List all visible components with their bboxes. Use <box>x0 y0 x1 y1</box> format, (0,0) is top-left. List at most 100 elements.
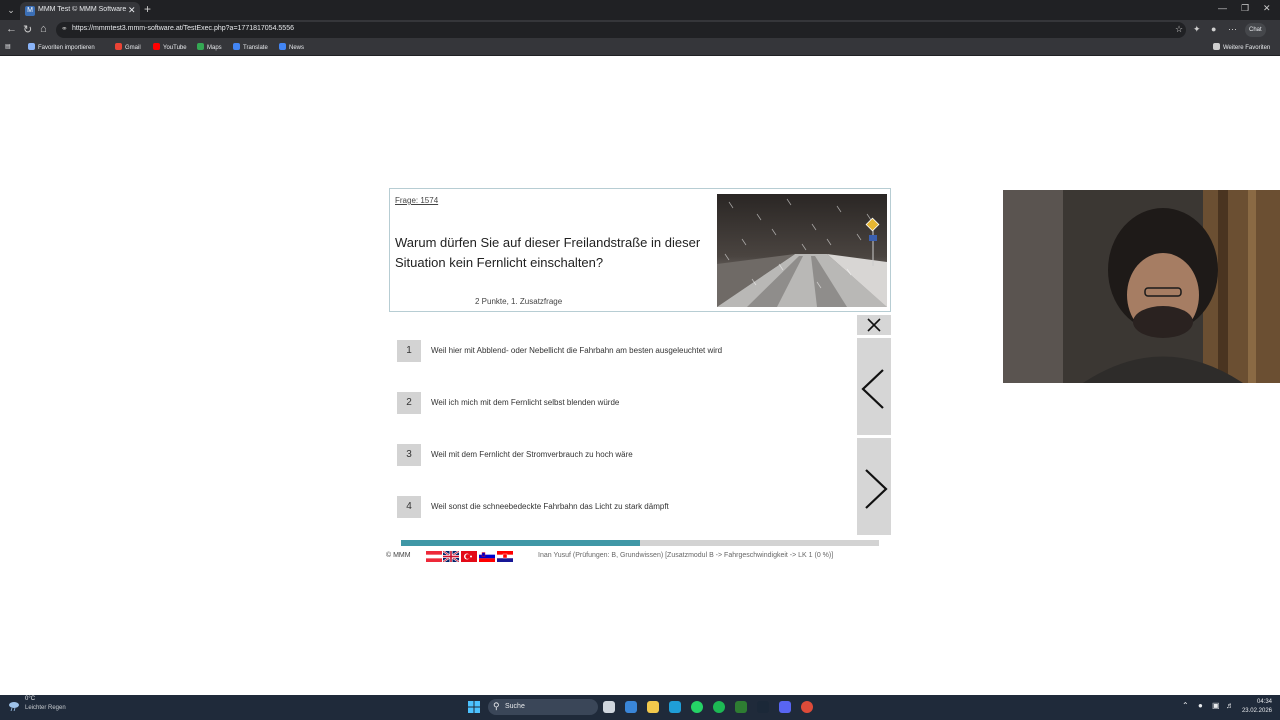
whatsapp-icon[interactable] <box>691 701 703 713</box>
bookmark-label: Translate <box>243 45 268 51</box>
question-box: Frage: 1574 Warum dürfen Sie auf dieser … <box>389 188 891 312</box>
task-view-icon[interactable] <box>603 701 615 713</box>
steam-icon[interactable] <box>757 701 769 713</box>
bookmark-item[interactable]: News <box>279 43 304 51</box>
site-info-icon[interactable]: ⚭ <box>61 24 68 33</box>
restore-icon[interactable]: ❐ <box>1241 3 1249 14</box>
bookmarks-bar: ▤ Favoriten importieren Gmail YouTube Ma… <box>0 40 1280 56</box>
answer-text: Weil mit dem Fernlicht der Stromverbrauc… <box>431 450 633 459</box>
webcam-overlay <box>1003 190 1280 383</box>
answer-option-4[interactable]: 4 Weil sonst die schneebedeckte Fahrbahn… <box>397 496 847 518</box>
system-clock[interactable]: 04:34 23.02.2026 <box>1240 698 1272 716</box>
other-favorites-label: Weitere Favoriten <box>1223 45 1271 51</box>
chevron-left-icon <box>861 369 884 409</box>
progress-fill <box>401 540 640 546</box>
bookmarks-sidebar-icon[interactable]: ▤ <box>5 43 11 50</box>
taskbar-search[interactable]: ⚲ Suche <box>488 699 598 715</box>
answer-text: Weil hier mit Abblend- oder Nebellicht d… <box>431 346 723 355</box>
question-text: Warum dürfen Sie auf dieser Freilandstra… <box>395 235 701 270</box>
bookmark-item[interactable]: Favoriten importieren <box>28 43 95 51</box>
search-icon: ⚲ <box>493 701 500 711</box>
chat-label: Chat <box>1249 27 1262 33</box>
clock-date: 23.02.2026 <box>1241 708 1272 714</box>
question-image <box>717 194 887 307</box>
bookmark-label: News <box>289 45 305 51</box>
clock-time: 04:34 <box>1256 699 1272 705</box>
answer-text: Weil sonst die schneebedeckte Fahrbahn d… <box>431 502 669 511</box>
reload-icon[interactable]: ↻ <box>23 23 32 36</box>
copilot-chat-button[interactable]: Chat <box>1245 23 1266 37</box>
address-bar[interactable]: ⚭ https://mmmtest3.mmm-software.at/TestE… <box>56 22 1186 38</box>
previous-question-button[interactable] <box>857 338 891 435</box>
answer-option-3[interactable]: 3 Weil mit dem Fernlicht der Stromverbra… <box>397 444 847 466</box>
windows-start-icon[interactable] <box>468 701 480 713</box>
browser-tab[interactable]: M MMM Test © MMM Software 2026 ✕ <box>20 2 140 20</box>
question-number: Frage: 1574 <box>395 196 439 205</box>
answer-number: 2 <box>397 392 421 414</box>
question-points: 2 Punkte, 1. Zusatzfrage <box>475 297 563 306</box>
more-menu-icon[interactable]: ⋯ <box>1228 24 1237 35</box>
favorite-star-icon[interactable]: ☆ <box>1175 24 1183 35</box>
browser-app-icon[interactable] <box>625 701 637 713</box>
favorites-icon[interactable]: ✦ <box>1193 24 1201 35</box>
tab-list-chevron-icon[interactable]: ⌄ <box>4 3 18 17</box>
import-icon <box>28 43 35 50</box>
bookmark-label: YouTube <box>163 45 187 51</box>
tab-bar: ⌄ M MMM Test © MMM Software 2026 ✕ + — ❐… <box>0 0 1280 20</box>
bookmark-label: Maps <box>207 45 222 51</box>
chrome-icon[interactable] <box>801 701 813 713</box>
austria-flag[interactable] <box>426 551 442 562</box>
weather-description[interactable]: Leichter Regen <box>25 705 66 711</box>
close-icon <box>867 318 881 332</box>
gmail-icon <box>115 43 122 50</box>
excel-icon[interactable] <box>735 701 747 713</box>
bookmark-item[interactable]: Gmail <box>115 43 141 51</box>
bookmark-label: Gmail <box>125 45 141 51</box>
bookmark-label: Favoriten importieren <box>38 45 95 51</box>
folder-icon <box>1213 43 1220 50</box>
next-question-button[interactable] <box>857 438 891 535</box>
volume-icon[interactable]: ♬ <box>1226 701 1234 710</box>
discord-icon[interactable] <box>779 701 791 713</box>
turkey-flag[interactable] <box>461 551 477 562</box>
answer-number: 3 <box>397 444 421 466</box>
url-text: https://mmmtest3.mmm-software.at/TestExe… <box>72 25 294 32</box>
answer-option-1[interactable]: 1 Weil hier mit Abblend- oder Nebellicht… <box>397 340 847 362</box>
site-favicon: M <box>25 6 35 16</box>
edge-icon[interactable] <box>669 701 681 713</box>
tab-close-icon[interactable]: ✕ <box>128 5 136 16</box>
translate-icon <box>233 43 240 50</box>
answer-number: 1 <box>397 340 421 362</box>
window-close-icon[interactable]: ✕ <box>1263 3 1271 14</box>
copyright: © MMM <box>386 552 411 559</box>
bookmark-item[interactable]: Translate <box>233 43 268 51</box>
answer-number: 4 <box>397 496 421 518</box>
croatia-flag[interactable] <box>497 551 513 562</box>
home-icon[interactable]: ⌂ <box>40 23 47 35</box>
weather-rain-icon[interactable] <box>8 701 20 711</box>
network-icon[interactable]: ▣ <box>1212 701 1220 710</box>
minimize-icon[interactable]: — <box>1218 3 1227 13</box>
tray-overflow-icon[interactable]: ⌃ <box>1182 701 1189 710</box>
answer-option-2[interactable]: 2 Weil ich mich mit dem Fernlicht selbst… <box>397 392 847 414</box>
weather-temperature[interactable]: 0°C <box>25 696 35 702</box>
bookmark-item[interactable]: YouTube <box>153 43 187 51</box>
profile-icon[interactable]: ● <box>1211 24 1216 34</box>
candidate-info: Inan Yusuf (Prüfungen: B, Grundwissen) [… <box>538 552 834 559</box>
search-label: Suche <box>505 703 525 710</box>
spotify-icon[interactable] <box>713 701 725 713</box>
youtube-icon <box>153 43 160 50</box>
other-favorites[interactable]: Weitere Favoriten <box>1213 43 1270 51</box>
file-explorer-icon[interactable] <box>647 701 659 713</box>
uk-flag[interactable] <box>443 551 459 562</box>
close-question-button[interactable] <box>857 315 891 335</box>
answer-text: Weil ich mich mit dem Fernlicht selbst b… <box>431 398 620 407</box>
microphone-icon[interactable]: ● <box>1198 701 1203 710</box>
new-tab-icon[interactable]: + <box>144 2 151 16</box>
bookmark-item[interactable]: Maps <box>197 43 222 51</box>
news-icon <box>279 43 286 50</box>
slovenia-flag[interactable] <box>479 551 495 562</box>
back-icon[interactable]: ← <box>6 23 17 35</box>
chevron-right-icon <box>865 469 888 509</box>
taskbar: 0°C Leichter Regen ⚲ Suche ⌃ ● ▣ ♬ 04:34… <box>0 695 1280 720</box>
